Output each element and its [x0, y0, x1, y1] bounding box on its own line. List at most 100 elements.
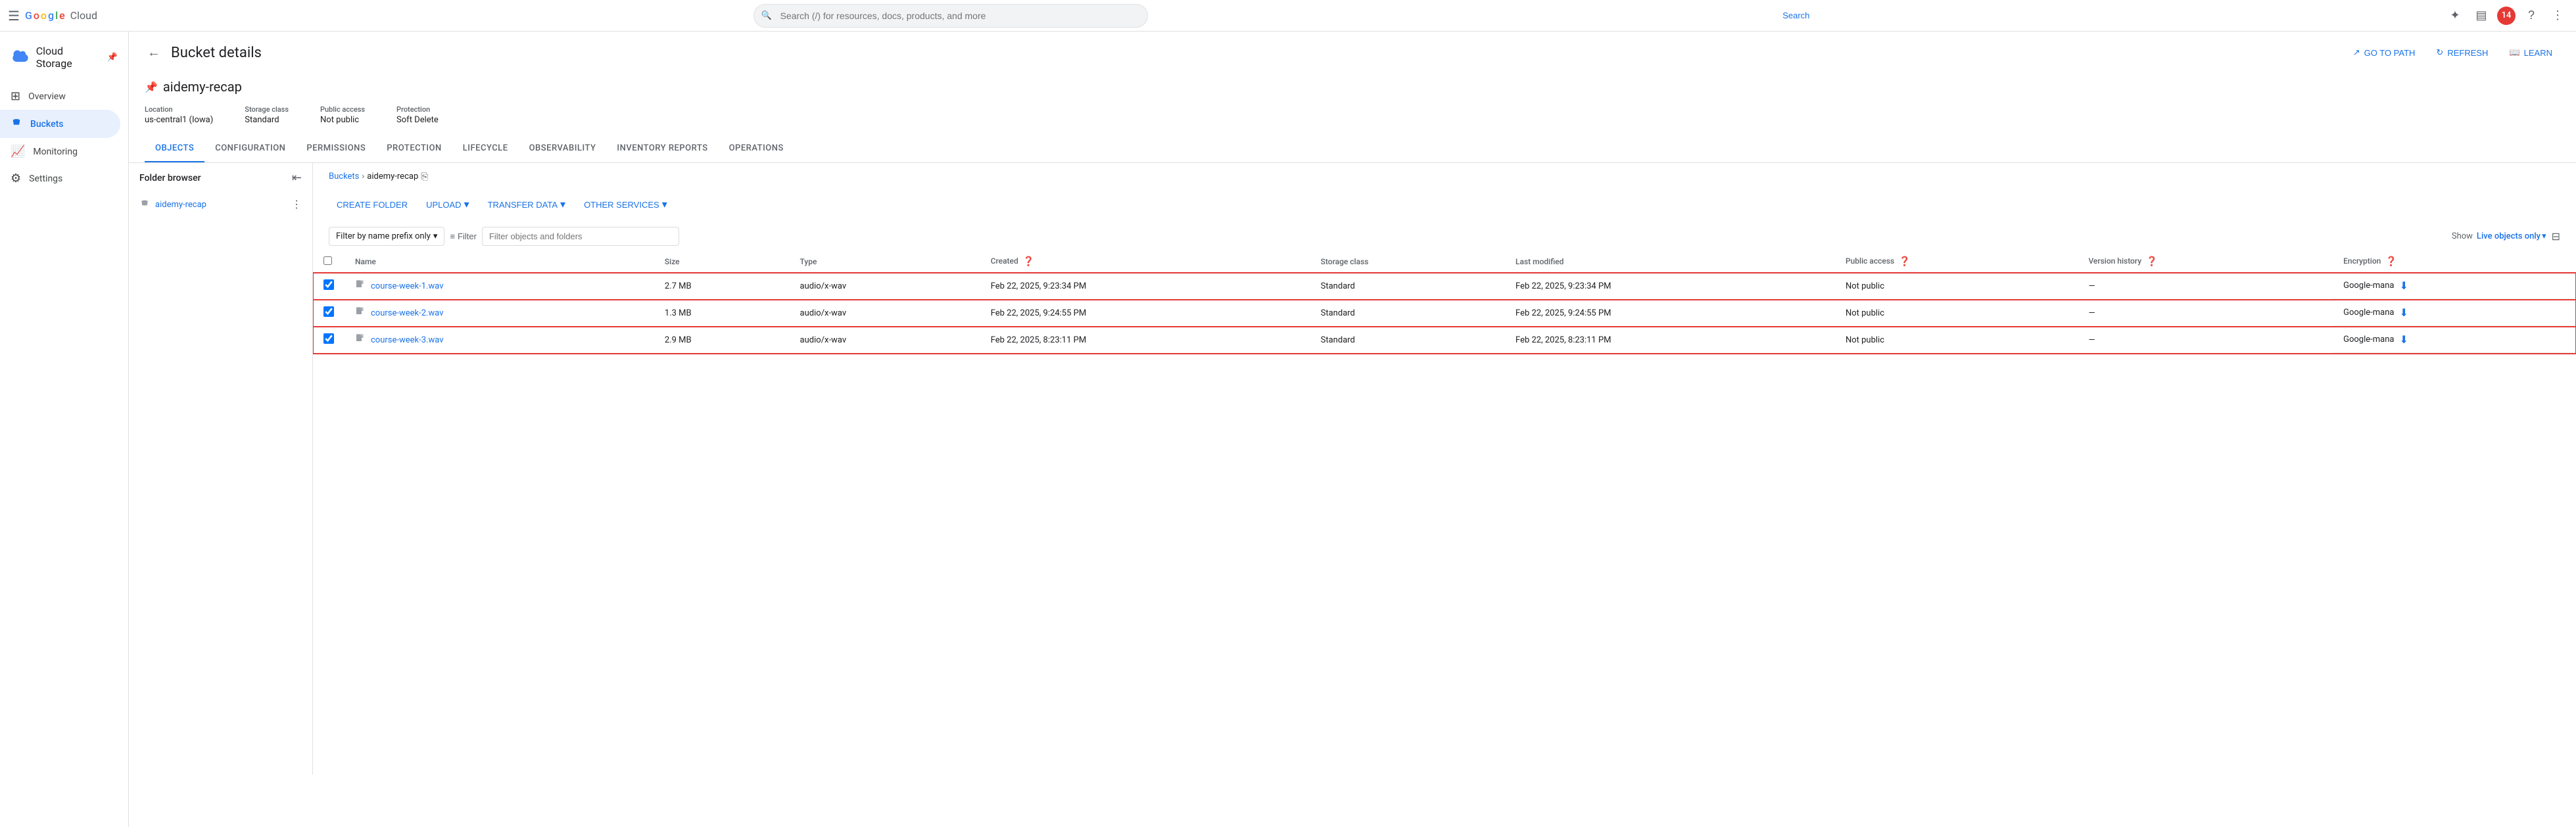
help-icon-btn[interactable]: ? [2521, 5, 2542, 26]
file-name-link-0[interactable]: course-week-1.wav [371, 281, 444, 291]
app-layout: Cloud Storage 📌 ⊞ Overview Buckets 📈 Mon… [0, 32, 2576, 827]
hamburger-icon[interactable]: ☰ [8, 8, 20, 24]
folder-browser-item-aidemy-recap[interactable]: aidemy-recap ⋮ [129, 193, 312, 216]
protection-label: Protection [396, 105, 439, 114]
file-type-icon-0 [355, 279, 366, 293]
th-version-history: Version history ❓ [2078, 251, 2333, 273]
tab-protection[interactable]: PROTECTION [376, 135, 452, 162]
buckets-icon [11, 116, 22, 131]
meta-public-access: Public access Not public [320, 105, 365, 125]
topbar-product-label: Cloud [70, 9, 97, 22]
app-logo: ☰ Google Cloud [8, 8, 126, 24]
more-options-icon-btn[interactable]: ⋮ [2547, 5, 2568, 26]
protection-value: Soft Delete [396, 115, 439, 125]
transfer-data-chevron-icon: ▾ [560, 198, 565, 211]
table-row: course-week-1.wav 2.7 MB audio/x-wav Feb… [313, 273, 2576, 300]
download-icon-1[interactable]: ⬇ [2399, 306, 2408, 319]
file-name-link-2[interactable]: course-week-3.wav [371, 335, 444, 345]
other-services-button[interactable]: OTHER SERVICES ▾ [576, 193, 675, 216]
tab-observability[interactable]: OBSERVABILITY [519, 135, 607, 162]
filter-button[interactable]: ≡ Filter [450, 231, 476, 241]
meta-storage-class: Storage class Standard [245, 105, 289, 125]
row-checkbox-2[interactable] [323, 333, 334, 344]
settings-icon: ⚙ [11, 172, 21, 185]
folder-item-more-button[interactable]: ⋮ [291, 198, 302, 211]
file-type-0: audio/x-wav [790, 273, 980, 300]
file-area: Buckets › aidemy-recap ⎘ CREATE FOLDER U… [313, 163, 2576, 774]
table-row: course-week-2.wav 1.3 MB audio/x-wav Feb… [313, 300, 2576, 327]
sidebar-item-overview[interactable]: ⊞ Overview [0, 83, 120, 110]
google-logo: Google [25, 9, 65, 22]
download-icon-0[interactable]: ⬇ [2399, 279, 2408, 292]
file-size-2: 2.9 MB [654, 327, 790, 354]
sidebar-item-overview-label: Overview [28, 91, 66, 102]
file-table: Name Size Type Created ❓ Storage class L… [313, 251, 2576, 354]
file-toolbar: CREATE FOLDER UPLOAD ▾ TRANSFER DATA ▾ O… [313, 187, 2576, 222]
tab-lifecycle[interactable]: LIFECYCLE [452, 135, 519, 162]
file-name-link-1[interactable]: course-week-2.wav [371, 308, 444, 318]
search-button[interactable]: Search [1775, 5, 1817, 26]
refresh-button[interactable]: ↻ REFRESH [2428, 42, 2496, 63]
tab-permissions[interactable]: PERMISSIONS [296, 135, 376, 162]
sidebar-item-buckets[interactable]: Buckets [0, 110, 120, 138]
filter-input[interactable] [489, 227, 672, 245]
file-created-0: Feb 22, 2025, 9:23:34 PM [980, 273, 1310, 300]
sidebar-item-monitoring[interactable]: 📈 Monitoring [0, 138, 120, 165]
other-services-chevron-icon: ▾ [662, 198, 667, 211]
transfer-data-button[interactable]: TRANSFER DATA ▾ [480, 193, 573, 216]
version-history-help-icon[interactable]: ❓ [2146, 256, 2157, 267]
th-created: Created ❓ [980, 251, 1310, 273]
encryption-help-icon[interactable]: ❓ [2385, 256, 2397, 267]
show-live-objects-button[interactable]: Live objects only ▾ [2477, 231, 2546, 241]
file-type-2: audio/x-wav [790, 327, 980, 354]
page-header: ← Bucket details ↗ GO TO PATH ↻ REFRESH … [129, 32, 2576, 68]
row-checkbox-1[interactable] [323, 306, 334, 317]
sidebar-item-settings-label: Settings [29, 174, 62, 184]
storage-class-label: Storage class [245, 105, 289, 114]
row-checkbox-0[interactable] [323, 279, 334, 290]
gemini-icon-btn[interactable]: ✦ [2445, 5, 2466, 26]
topbar: ☰ Google Cloud 🔍 Search ✦ ▤ 14 ? ⋮ [0, 0, 2576, 32]
file-last-modified-2: Feb 22, 2025, 8:23:11 PM [1505, 327, 1835, 354]
learn-button[interactable]: 📖 LEARN [2501, 42, 2560, 63]
public-access-label: Public access [320, 105, 365, 114]
th-public-access: Public access ❓ [1835, 251, 2078, 273]
cloud-shell-icon-btn[interactable]: ▤ [2471, 5, 2492, 26]
filter-prefix-select[interactable]: Filter by name prefix only ▾ [329, 227, 444, 246]
back-button[interactable]: ← [145, 43, 163, 63]
avatar[interactable]: 14 [2497, 7, 2516, 25]
file-encryption-2: Google-mana ⬇ [2333, 327, 2576, 353]
tab-configuration[interactable]: CONFIGURATION [204, 135, 296, 162]
filter-prefix-label: Filter by name prefix only [336, 231, 431, 241]
file-storage-class-1: Standard [1310, 300, 1505, 327]
create-folder-button[interactable]: CREATE FOLDER [329, 195, 416, 215]
location-value: us-central1 (Iowa) [145, 115, 213, 125]
th-last-modified: Last modified [1505, 251, 1835, 273]
file-encryption-1: Google-mana ⬇ [2333, 300, 2576, 326]
tab-objects[interactable]: OBJECTS [145, 135, 204, 162]
file-type-icon-2 [355, 333, 366, 346]
table-body: course-week-1.wav 2.7 MB audio/x-wav Feb… [313, 273, 2576, 354]
created-help-icon[interactable]: ❓ [1023, 256, 1034, 267]
sidebar-item-settings[interactable]: ⚙ Settings [0, 165, 120, 192]
public-access-help-icon[interactable]: ❓ [1899, 256, 1910, 267]
breadcrumb-copy-button[interactable]: ⎘ [421, 171, 428, 182]
select-all-checkbox[interactable] [323, 256, 332, 265]
file-version-history-1: — [2078, 300, 2333, 327]
tab-inventory-reports[interactable]: INVENTORY REPORTS [606, 135, 718, 162]
objects-area: Folder browser ⇤ aidemy-recap ⋮ Buckets … [129, 163, 2576, 774]
upload-button[interactable]: UPLOAD ▾ [418, 193, 477, 216]
folder-browser-collapse-button[interactable]: ⇤ [292, 171, 302, 185]
file-version-history-2: — [2078, 327, 2333, 354]
search-input[interactable] [753, 4, 1148, 28]
overview-icon: ⊞ [11, 89, 20, 103]
breadcrumb: Buckets › aidemy-recap ⎘ [313, 163, 2576, 187]
download-icon-2[interactable]: ⬇ [2399, 333, 2408, 346]
tab-operations[interactable]: OPERATIONS [719, 135, 794, 162]
breadcrumb-buckets-link[interactable]: Buckets [329, 172, 359, 181]
go-to-path-button[interactable]: ↗ GO TO PATH [2345, 42, 2423, 63]
refresh-icon: ↻ [2436, 47, 2443, 58]
density-button[interactable]: ⊟ [2552, 230, 2560, 243]
breadcrumb-current: aidemy-recap [367, 172, 418, 181]
learn-icon: 📖 [2509, 47, 2519, 58]
